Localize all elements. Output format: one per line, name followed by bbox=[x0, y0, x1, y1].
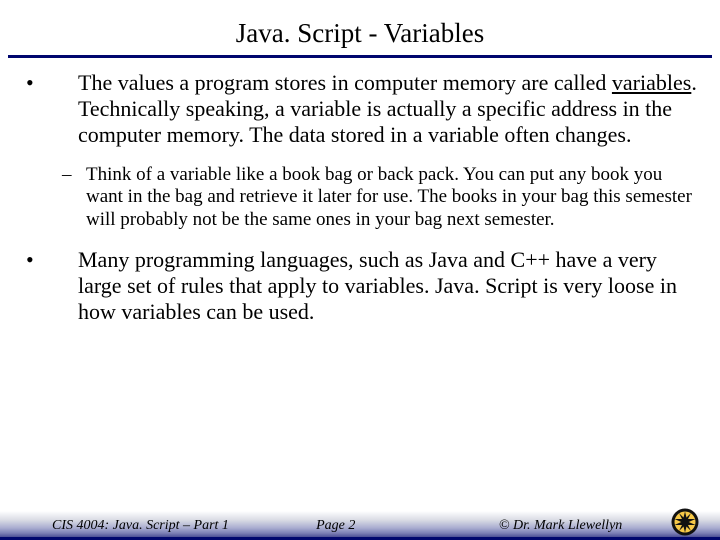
bullet1-pre: The values a program stores in computer … bbox=[78, 70, 612, 95]
bullet-item-1: • The values a program stores in compute… bbox=[20, 70, 700, 148]
dash-marker: – bbox=[20, 164, 64, 231]
ucf-logo-icon bbox=[670, 507, 700, 537]
bullet-text-2: Many programming languages, such as Java… bbox=[78, 247, 700, 325]
bullet-item-2: • Many programming languages, such as Ja… bbox=[20, 247, 700, 325]
footer: CIS 4004: Java. Script – Part 1 Page 2 ©… bbox=[0, 511, 720, 540]
bullet1-underlined: variables bbox=[612, 70, 691, 95]
footer-course: CIS 4004: Java. Script – Part 1 bbox=[52, 518, 316, 534]
title-rule bbox=[8, 55, 712, 58]
slide: Java. Script - Variables • The values a … bbox=[0, 0, 720, 540]
bullet-text-1: The values a program stores in computer … bbox=[78, 70, 700, 148]
footer-content: CIS 4004: Java. Script – Part 1 Page 2 ©… bbox=[0, 518, 720, 534]
bullet-marker: • bbox=[20, 247, 78, 325]
slide-title: Java. Script - Variables bbox=[0, 0, 720, 55]
bullet-marker: • bbox=[20, 70, 78, 148]
footer-page: Page 2 bbox=[316, 518, 499, 534]
slide-content: • The values a program stores in compute… bbox=[0, 60, 720, 325]
sub-bullet-text-1: Think of a variable like a book bag or b… bbox=[64, 164, 700, 231]
sub-bullet-item-1: – Think of a variable like a book bag or… bbox=[20, 164, 700, 231]
